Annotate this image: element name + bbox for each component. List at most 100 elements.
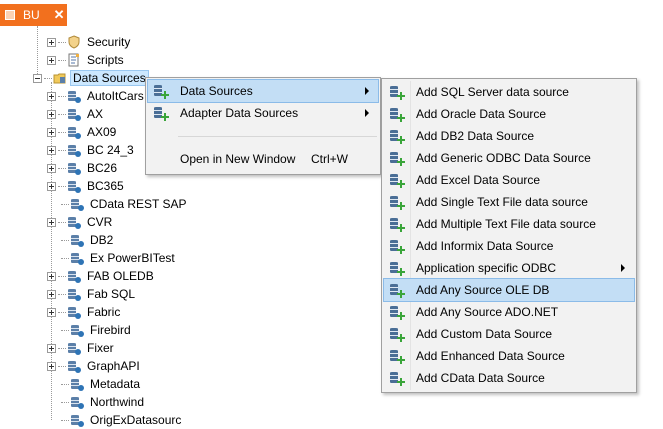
tree-node-datasource[interactable]: Fabric [47,303,122,321]
expand-toggle[interactable] [47,163,56,173]
tree-node-label: AX09 [87,125,117,139]
tree-node-datasource[interactable]: Ex PowerBITest [61,249,177,267]
tree-branch-line [58,41,66,43]
submenu-item[interactable]: Add Multiple Text File data source [384,213,634,235]
menu-item-label: Application specific ODBC [416,261,557,275]
submenu-item[interactable]: Add CData Data Source [384,367,634,389]
tree-node-datasource[interactable]: DB2 [61,231,115,249]
tree-node-datasource[interactable]: Fixer [47,339,116,357]
tree-node-datasource[interactable]: Fab SQL [47,285,137,303]
expand-toggle[interactable] [47,343,56,353]
tree-branch-line [61,203,69,205]
add-datasource-icon [389,304,405,320]
datasource-icon [70,323,84,337]
datasource-icon [67,359,81,373]
expand-toggle[interactable] [47,307,56,317]
tree-node-datasource[interactable]: CData REST SAP [61,195,188,213]
tree-branch-line [44,77,52,79]
datasource-icon [67,341,81,355]
tree-node-label: Fab SQL [87,287,136,301]
submenu-item[interactable]: Add Any Source OLE DB [383,278,635,302]
tree-node-label: BC365 [87,179,124,193]
tree-node-label: CData REST SAP [90,197,187,211]
menu-item-open-in-new-window[interactable]: Open in New Window Ctrl+W [148,148,378,170]
tree-node-label: Metadata [90,377,141,391]
tree-node-datasource[interactable]: FAB OLEDB [47,267,156,285]
submenu-item[interactable]: Add Informix Data Source [384,235,634,257]
datasource-icon [67,287,81,301]
add-datasource-icon [389,172,405,188]
tree-branch-line [58,95,66,97]
tree-node-label: Ex PowerBITest [90,251,175,265]
submenu-item[interactable]: Add DB2 Data Source [384,125,634,147]
tree-node-security[interactable]: Security [47,33,132,51]
submenu-item[interactable]: Add SQL Server data source [384,81,634,103]
submenu-item[interactable]: Add Any Source ADO.NET [384,301,634,323]
tree-node-datasource[interactable]: GraphAPI [47,357,142,375]
expand-toggle[interactable] [47,271,56,281]
expand-toggle[interactable] [47,217,56,227]
add-datasource-icon [389,150,405,166]
tab-label: BU [23,8,40,22]
expand-toggle[interactable] [47,181,56,191]
tree-branch-line [58,221,66,223]
tree-node-datasource[interactable]: Northwind [61,393,146,411]
datasource-icon [70,251,84,265]
menu-item-label: Adapter Data Sources [180,106,299,120]
add-datasource-icon [153,83,169,99]
submenu-item[interactable]: Application specific ODBC [384,257,634,279]
menu-separator [178,136,377,137]
expand-toggle[interactable] [47,109,56,119]
tree-branch-line [58,293,66,295]
tree-node-datasource[interactable]: Metadata [61,375,142,393]
tree-node-datasource[interactable]: Firebird [61,321,133,339]
tree-branch-line [58,365,66,367]
menu-item-adapter-data-sources[interactable]: Adapter Data Sources [148,102,378,124]
close-tab-button[interactable]: ✕ [54,7,65,23]
add-datasource-icon [389,260,405,276]
collapse-toggle[interactable] [33,73,42,83]
tree-node-datasource[interactable]: BC365 [47,177,126,195]
submenu-item[interactable]: Add Single Text File data source [384,191,634,213]
add-datasource-icon [389,128,405,144]
datasource-icon [67,89,81,103]
tree-node-datasource[interactable]: BC 24_3 [47,141,136,159]
expand-toggle[interactable] [47,55,56,65]
add-datasource-icon [389,326,405,342]
tree-node-label: DB2 [90,233,114,247]
menu-item-label: Add SQL Server data source [416,85,569,99]
submenu-item[interactable]: Add Generic ODBC Data Source [384,147,634,169]
add-datasource-icon [389,348,405,364]
expand-toggle[interactable] [47,91,56,101]
submenu-item[interactable]: Add Custom Data Source [384,323,634,345]
datasource-icon [67,179,81,193]
tree-node-data-sources[interactable]: Data Sources [33,69,149,87]
expand-toggle[interactable] [47,145,56,155]
menu-item-label: Add Multiple Text File data source [416,217,596,231]
datasource-icon [70,377,84,391]
submenu-item[interactable]: Add Excel Data Source [384,169,634,191]
add-adapter-icon [153,105,169,121]
menu-item-data-sources[interactable]: Data Sources [147,79,379,103]
expand-toggle[interactable] [47,127,56,137]
expand-toggle[interactable] [47,289,56,299]
tree-node-datasource[interactable]: AutoItCars [47,87,146,105]
tree-branch-line [61,257,69,259]
tree-node-datasource[interactable]: OrigExDatasourc [61,411,183,429]
tree-node-datasource[interactable]: BC26 [47,159,119,177]
expand-toggle[interactable] [47,361,56,371]
tree-node-datasource[interactable]: CVR [47,213,114,231]
tree-node-label: AX [87,107,104,121]
tree-node-scripts[interactable]: Scripts [47,51,126,69]
tree-node-datasource[interactable]: AX [47,105,105,123]
tree-node-label: CVR [87,215,113,229]
expand-toggle[interactable] [47,37,56,47]
submenu-item[interactable]: Add Enhanced Data Source [384,345,634,367]
document-tab-strip: BU ✕ [0,0,663,26]
tree-node-datasource[interactable]: AX09 [47,123,118,141]
add-datasource-icon [389,84,405,100]
document-tab[interactable]: BU ✕ [0,4,67,26]
document-icon [5,10,15,20]
data-sources-submenu: Add SQL Server data source Add Oracle Dat… [381,78,637,393]
submenu-item[interactable]: Add Oracle Data Source [384,103,634,125]
